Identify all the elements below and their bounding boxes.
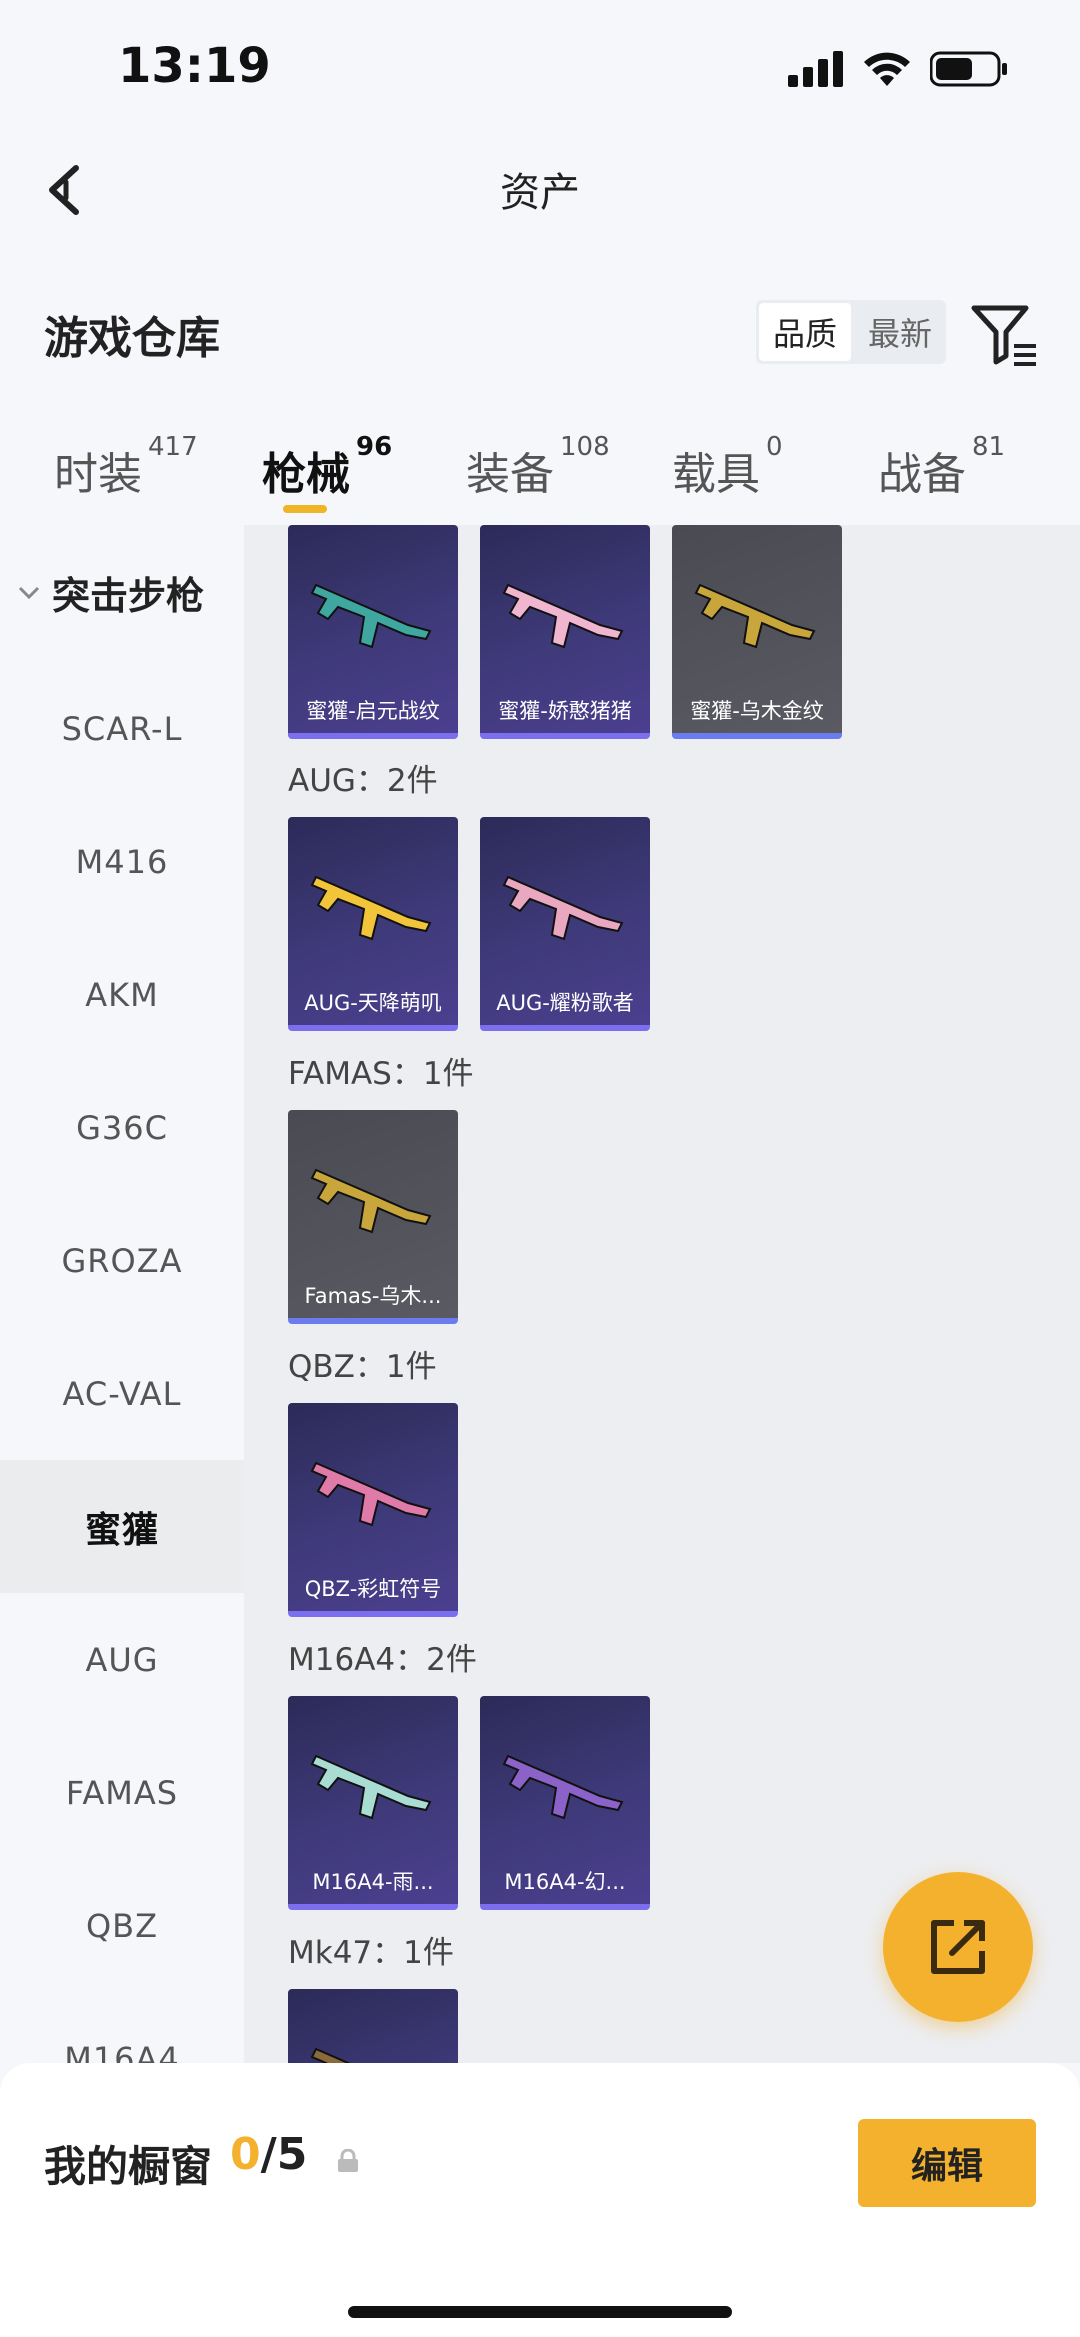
home-indicator	[348, 2306, 732, 2318]
rifle-icon	[502, 875, 624, 941]
status-bar: 13:19	[0, 0, 1080, 140]
sidebar-item-famas[interactable]: FAMAS	[0, 1726, 244, 1859]
weapon-card-label: 蜜獾-乌木金纹	[690, 699, 824, 723]
sidebar-item-ac-val[interactable]: AC-VAL	[0, 1327, 244, 1460]
sidebar-item-m16a4[interactable]: M16A4	[0, 1992, 244, 2064]
group-title-qbz: QBZ：1件	[288, 1349, 437, 1385]
sidebar-item-honey-badger[interactable]: 蜜獾	[0, 1460, 244, 1593]
sort-newest-option[interactable]: 最新	[854, 300, 946, 364]
sidebar-item-m416[interactable]: M416	[0, 795, 244, 928]
sort-toggle: 品质 最新	[756, 300, 946, 364]
weapon-card-label: M16A4-雨...	[312, 1870, 434, 1894]
rifle-icon	[310, 2047, 351, 2063]
edit-button[interactable]: 编辑	[858, 2119, 1036, 2207]
rifle-icon	[502, 583, 624, 649]
weapon-card-label: Famas-乌木...	[304, 1284, 442, 1308]
weapon-card-label: M16A4-幻...	[504, 1870, 626, 1894]
wifi-icon	[864, 52, 910, 86]
battery-icon	[930, 51, 1007, 87]
showcase-label: 我的橱窗	[44, 2142, 213, 2191]
signal-icon	[788, 51, 843, 87]
group-title-m16a4: M16A4：2件	[288, 1642, 477, 1678]
tab-vehicles[interactable]: 载具0	[672, 432, 783, 502]
weapon-card-label: 蜜獾-启元战纹	[306, 699, 440, 723]
weapon-card-label: AUG-天降萌叽	[304, 991, 442, 1015]
rifle-icon	[310, 1754, 432, 1820]
weapon-card[interactable]	[288, 1989, 458, 2063]
weapon-sidebar: 突击步枪 SCAR-L M416 AKM G36C GROZA AC-VAL 蜜…	[0, 525, 244, 2063]
group-title-aug: AUG：2件	[288, 763, 438, 799]
sidebar-item-aug[interactable]: AUG	[0, 1593, 244, 1726]
rifle-icon	[310, 1168, 432, 1234]
tab-supplies[interactable]: 战备81	[878, 432, 1005, 502]
warehouse-header: 游戏仓库 品质 最新	[0, 280, 1080, 380]
rifle-icon	[310, 1461, 432, 1527]
rifle-icon	[694, 583, 816, 649]
weapon-card[interactable]: 蜜獾-乌木金纹	[672, 525, 842, 739]
sidebar-item-akm[interactable]: AKM	[0, 928, 244, 1061]
chevron-down-icon	[18, 586, 40, 599]
weapon-card-label: QBZ-彩虹符号	[304, 1577, 442, 1601]
nav-bar: 资产	[0, 140, 1080, 245]
weapon-card-label: 蜜獾-娇憨猪猪	[498, 699, 632, 723]
lock-icon	[338, 2149, 358, 2172]
tab-firearms[interactable]: 枪械96	[262, 432, 392, 502]
weapon-card[interactable]: M16A4-幻...	[480, 1696, 650, 1910]
showcase-count: 0/5	[230, 2129, 308, 2180]
filter-icon[interactable]	[970, 300, 1040, 370]
showcase-bar: 我的橱窗 0/5 编辑	[0, 2063, 1080, 2337]
weapon-card[interactable]: AUG-天降萌叽	[288, 817, 458, 1031]
tab-equipment[interactable]: 装备108	[466, 432, 610, 502]
group-title-mk47: Mk47：1件	[288, 1935, 454, 1971]
status-time: 13:19	[118, 38, 271, 94]
weapon-card-label: AUG-耀粉歌者	[496, 991, 634, 1015]
weapon-card[interactable]: 蜜獾-娇憨猪猪	[480, 525, 650, 739]
share-fab[interactable]	[883, 1872, 1033, 2022]
sort-quality-option[interactable]: 品质	[759, 303, 851, 361]
weapon-card[interactable]: AUG-耀粉歌者	[480, 817, 650, 1031]
rifle-icon	[310, 875, 432, 941]
warehouse-title: 游戏仓库	[44, 313, 220, 364]
weapon-card[interactable]: QBZ-彩虹符号	[288, 1403, 458, 1617]
sidebar-item-qbz[interactable]: QBZ	[0, 1859, 244, 1992]
sidebar-item-g36c[interactable]: G36C	[0, 1061, 244, 1194]
rifle-icon	[502, 1754, 624, 1820]
sidebar-item-groza[interactable]: GROZA	[0, 1194, 244, 1327]
rifle-icon	[310, 583, 432, 649]
tab-fashion[interactable]: 时装417	[54, 432, 198, 502]
active-tab-indicator	[283, 505, 327, 513]
sidebar-category-assault-rifles[interactable]: 突击步枪	[18, 565, 204, 620]
weapon-card[interactable]: M16A4-雨...	[288, 1696, 458, 1910]
weapon-card[interactable]: 蜜獾-启元战纹	[288, 525, 458, 739]
page-title: 资产	[500, 170, 580, 216]
sidebar-item-scar-l[interactable]: SCAR-L	[0, 662, 244, 795]
external-link-icon	[931, 1920, 985, 1974]
weapon-card[interactable]: Famas-乌木...	[288, 1110, 458, 1324]
status-icons	[788, 50, 1008, 88]
weapon-grid: 蜜獾-启元战纹 蜜獾-娇憨猪猪 蜜獾-乌木金纹 AUG：2件 AUG-天降萌叽 …	[244, 525, 1080, 2063]
group-title-famas: FAMAS：1件	[288, 1056, 474, 1092]
category-tabs: 时装417 枪械96 装备108 载具0 战备81	[0, 420, 1080, 525]
